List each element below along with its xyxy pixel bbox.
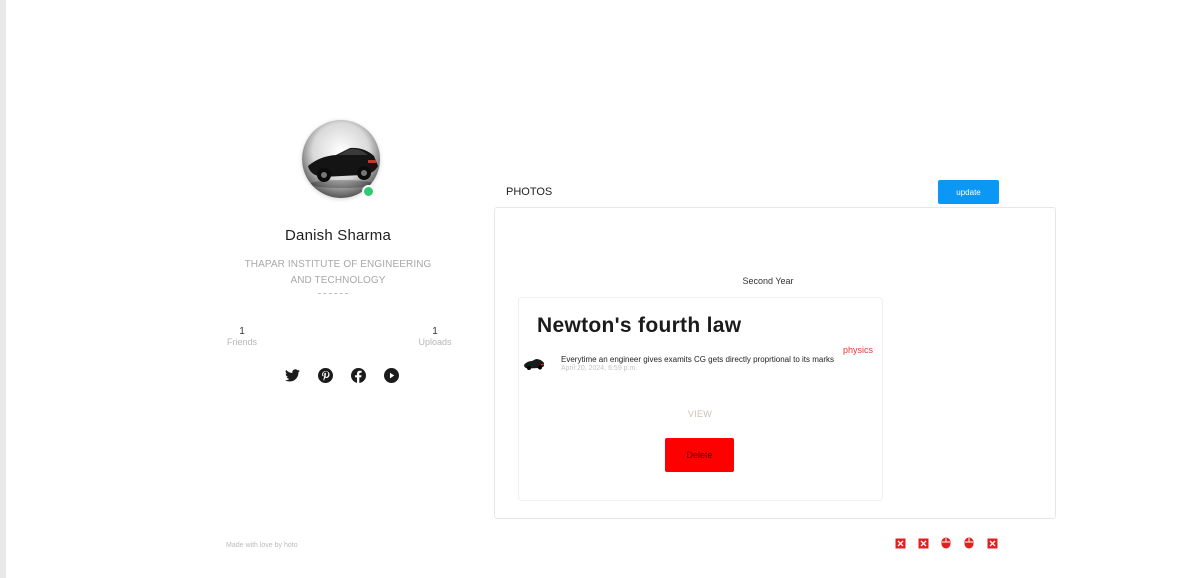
friends-count: 1 xyxy=(239,326,245,337)
uploads-count: 1 xyxy=(432,326,438,337)
twitter-icon[interactable] xyxy=(284,367,300,383)
year-label: Second Year xyxy=(742,276,794,286)
divider xyxy=(318,293,348,294)
post-title: Newton's fourth law xyxy=(537,314,742,337)
institute-name: THAPAR INSTITUTE OF ENGINEERING AND TECH… xyxy=(244,259,432,286)
uploads-label: Uploads xyxy=(418,337,452,347)
friends-stat[interactable]: 1 Friends xyxy=(217,326,267,348)
post-description: Everytime an engineer gives examits CG g… xyxy=(561,355,834,364)
delete-button[interactable]: Delete xyxy=(665,438,734,472)
online-status-dot xyxy=(362,185,375,198)
footer-icons xyxy=(894,537,998,549)
footer-credit: Made with love by hoto xyxy=(226,542,298,549)
post-date: April 20, 2024, 6:59 p.m. xyxy=(561,365,638,372)
facebook-icon[interactable] xyxy=(350,367,366,383)
youtube-icon[interactable] xyxy=(383,367,399,383)
user-name: Danish Sharma xyxy=(285,227,391,244)
update-button[interactable]: update xyxy=(938,180,999,204)
pinterest-icon[interactable] xyxy=(317,367,333,383)
close-box-icon[interactable] xyxy=(986,537,998,549)
mouse-icon[interactable] xyxy=(963,537,975,549)
mouse-icon[interactable] xyxy=(940,537,952,549)
close-box-icon[interactable] xyxy=(894,537,906,549)
post-tag[interactable]: physics xyxy=(843,345,873,355)
photos-heading: PHOTOS xyxy=(506,186,553,198)
uploads-stat[interactable]: 1 Uploads xyxy=(410,326,460,348)
social-links xyxy=(284,367,399,383)
close-box-icon[interactable] xyxy=(917,537,929,549)
post-thumbnail xyxy=(523,355,545,372)
friends-label: Friends xyxy=(226,337,257,347)
view-link[interactable]: VIEW xyxy=(670,409,730,419)
left-rail xyxy=(0,0,6,578)
